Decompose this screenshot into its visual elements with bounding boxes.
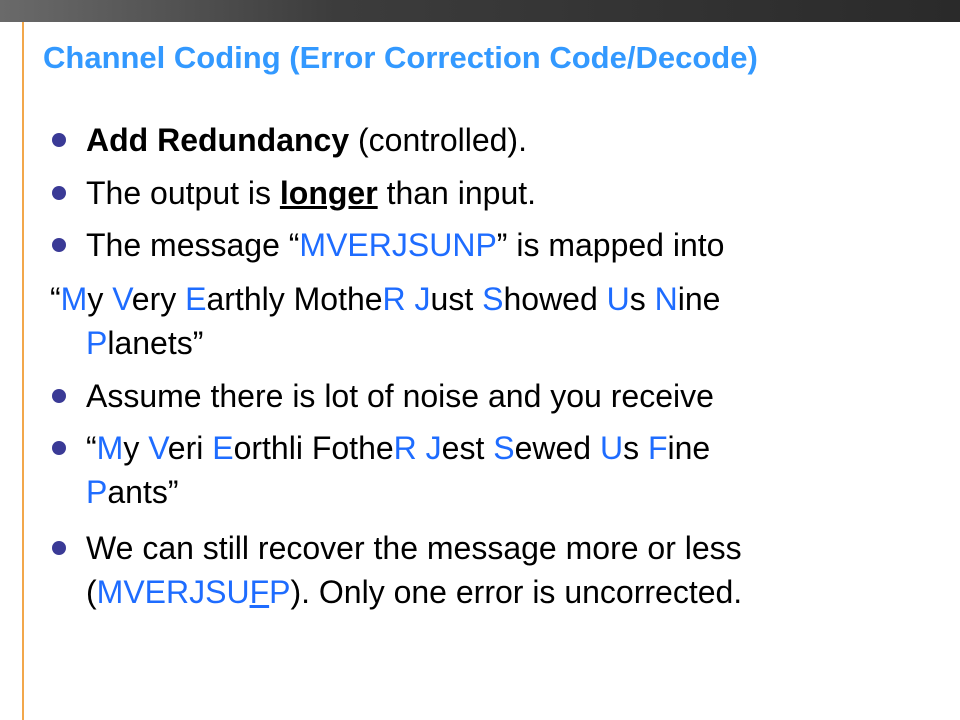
bullet-1-rest: (controlled). xyxy=(349,122,527,158)
mnemonic-segment: U xyxy=(606,281,630,317)
received-segment: V xyxy=(148,430,168,466)
bullet-6-close: ). Only one error is uncorrected. xyxy=(290,574,743,610)
bullet-2-pre: The output is xyxy=(86,175,280,211)
mnemonic-segment: P xyxy=(86,325,108,361)
mnemonic-segment: howed xyxy=(503,281,607,317)
received-segment xyxy=(417,430,426,466)
received-segment: R xyxy=(393,430,417,466)
bullet-6-code-b: P xyxy=(269,574,291,610)
mnemonic-segment: V xyxy=(112,281,132,317)
received-segment: S xyxy=(493,430,515,466)
received-segment: P xyxy=(86,474,108,510)
received-segment: ants” xyxy=(107,474,179,510)
received-segment: y xyxy=(123,430,149,466)
mnemonic-segment: M xyxy=(60,281,88,317)
received-segment: F xyxy=(647,430,668,466)
mnemonic-segment: ine xyxy=(677,281,721,317)
received-segment: orthli Fothe xyxy=(233,430,394,466)
mnemonic-segment xyxy=(406,281,415,317)
bullet-dot xyxy=(52,541,66,555)
bullet-dot xyxy=(52,389,66,403)
mnemonic-segment: arthly Mothe xyxy=(206,281,383,317)
received-segment: E xyxy=(212,430,234,466)
bullet-2-post: than input. xyxy=(377,175,537,211)
bullet-dot xyxy=(52,441,66,455)
mnemonic-segment: ust xyxy=(430,281,483,317)
mnemonic-segment: R xyxy=(382,281,406,317)
bullet-1: Add Redundancy (controlled). xyxy=(86,122,527,158)
received-segment: ewed xyxy=(514,430,600,466)
mnemonic-segment: y xyxy=(87,281,113,317)
received-segment: “ xyxy=(86,430,97,466)
bullet-2: The output is longer than input. xyxy=(86,175,536,211)
bullet-4: Assume there is lot of noise and you rec… xyxy=(86,378,714,414)
bullet-6-code-a: MVERJSU xyxy=(96,574,250,610)
mnemonic-segment: ery xyxy=(131,281,186,317)
bullet-6-line-1: We can still recover the message more or… xyxy=(86,530,742,566)
bullet-3-code: MVERJSUNP xyxy=(299,227,497,263)
mnemonic-segment: lanets” xyxy=(107,325,204,361)
mnemonic-line-2: Planets” xyxy=(86,325,203,361)
bullet-5-line-2: Pants” xyxy=(86,474,178,510)
bullet-dot xyxy=(52,186,66,200)
received-segment: ine xyxy=(667,430,711,466)
mnemonic-segment: N xyxy=(654,281,678,317)
received-segment: J xyxy=(425,430,442,466)
slide: Channel Coding (Error Correction Code/De… xyxy=(0,0,960,720)
received-segment: s xyxy=(623,430,648,466)
slide-title: Channel Coding (Error Correction Code/De… xyxy=(43,40,758,75)
received-segment: U xyxy=(599,430,624,466)
received-segment: eri xyxy=(167,430,213,466)
bullet-5-line-1: “My Veri Eorthli FotheR Jest Sewed Us Fi… xyxy=(86,430,710,466)
mnemonic-segment: s xyxy=(629,281,655,317)
mnemonic-segment: J xyxy=(414,281,431,317)
bullet-2-emphasis: longer xyxy=(279,175,378,211)
bullet-6-open: ( xyxy=(86,574,97,610)
mnemonic-line-1: “My Very Earthly MotheR Just Showed Us N… xyxy=(50,281,720,317)
bullet-3-post: ” is mapped into xyxy=(496,227,725,263)
mnemonic-segment: E xyxy=(185,281,207,317)
bullet-dot xyxy=(52,238,66,252)
bullet-6-line-2: (MVERJSUFP). Only one error is uncorrect… xyxy=(86,574,742,610)
bullet-3: The message “MVERJSUNP” is mapped into xyxy=(86,227,724,263)
left-rule xyxy=(22,22,24,720)
mnemonic-segment: S xyxy=(482,281,504,317)
bullet-1-bold: Add Redundancy xyxy=(86,122,350,158)
top-bar xyxy=(0,0,960,22)
bullet-dot xyxy=(52,133,66,147)
bullet-3-pre: The message “ xyxy=(86,227,300,263)
mnemonic-segment: “ xyxy=(50,281,61,317)
bullet-6-code-error: F xyxy=(249,574,270,610)
received-segment: est xyxy=(441,430,494,466)
received-segment: M xyxy=(96,430,124,466)
